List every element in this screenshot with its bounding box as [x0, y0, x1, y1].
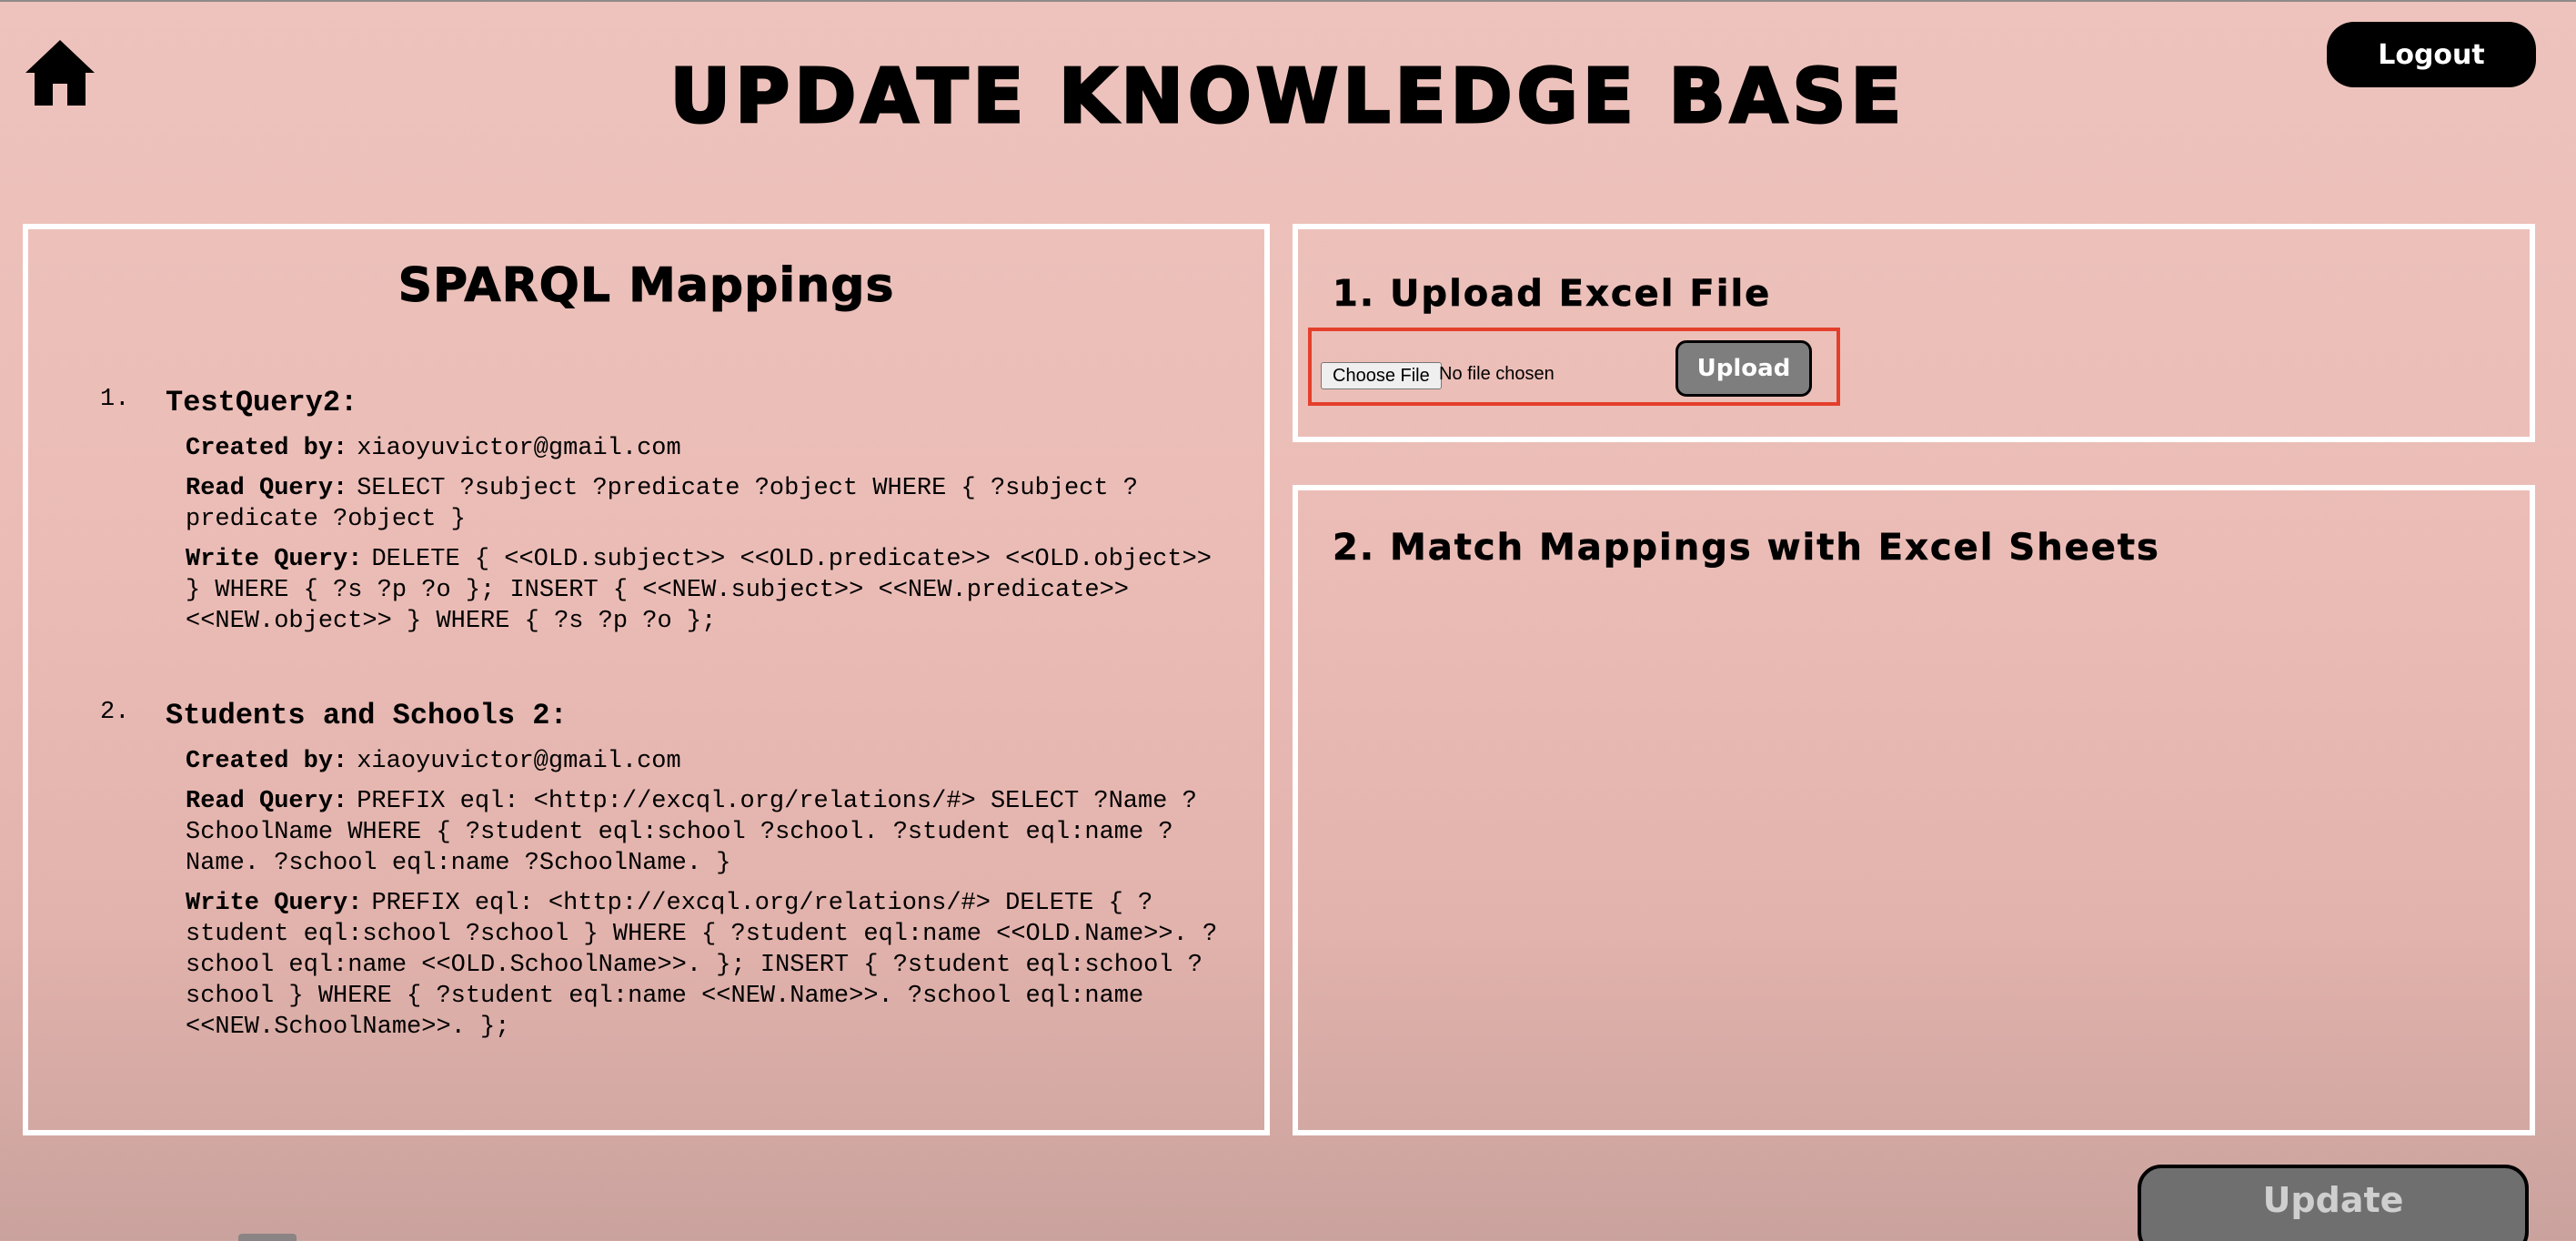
- read-query-field: Read Query: PREFIX eql: <http://excql.org…: [186, 786, 1241, 879]
- write-query-label: Write Query:: [186, 890, 363, 917]
- created-by-field: Created by: xiaoyuvictor@gmail.com: [186, 746, 1241, 777]
- match-panel: 2. Match Mappings with Excel Sheets: [1293, 485, 2535, 1135]
- upload-panel: 1. Upload Excel File Choose File No file…: [1293, 224, 2535, 442]
- bottom-tab-handle: [238, 1234, 297, 1241]
- mapping-number: 2.: [100, 699, 130, 726]
- write-query-field: Write Query: DELETE { <<OLD.subject>> <<O…: [186, 544, 1241, 637]
- mapping-item: 1. TestQuery2: Created by: xiaoyuvictor@g…: [78, 382, 1243, 637]
- mapping-name: Students and Schools 2:: [166, 699, 568, 732]
- mappings-title: SPARQL Mappings: [397, 258, 895, 314]
- choose-file-button[interactable]: Choose File: [1321, 362, 1442, 389]
- read-query-label: Read Query:: [186, 788, 348, 815]
- created-by-label: Created by:: [186, 435, 348, 462]
- created-by-label: Created by:: [186, 748, 348, 775]
- sparql-mappings-panel: SPARQL Mappings 1. TestQuery2: Created b…: [23, 224, 1270, 1135]
- created-by-value: xiaoyuvictor@gmail.com: [357, 435, 681, 462]
- upload-form: Choose File No file chosen Upload: [1308, 328, 1840, 406]
- match-title: 2. Match Mappings with Excel Sheets: [1333, 527, 2160, 570]
- mapping-number: 1.: [100, 386, 130, 413]
- top-divider: [0, 0, 2576, 2]
- write-query-field: Write Query: PREFIX eql: <http://excql.or…: [186, 888, 1241, 1043]
- upload-button[interactable]: Upload: [1675, 340, 1812, 397]
- mappings-list: 1. TestQuery2: Created by: xiaoyuvictor@g…: [78, 382, 1243, 1101]
- write-query-label: Write Query:: [186, 546, 363, 573]
- file-status: No file chosen: [1439, 364, 1555, 384]
- mapping-name: TestQuery2:: [166, 386, 358, 419]
- read-query-field: Read Query: SELECT ?subject ?predicate ?o…: [186, 473, 1241, 535]
- created-by-value: xiaoyuvictor@gmail.com: [357, 748, 681, 775]
- logout-button[interactable]: Logout: [2327, 22, 2536, 87]
- mapping-item: 2. Students and Schools 2: Created by: xi…: [78, 695, 1243, 1043]
- read-query-label: Read Query:: [186, 475, 348, 502]
- page-title: UPDATE KNOWLEDGE BASE: [669, 53, 1907, 142]
- update-button[interactable]: Update: [2138, 1165, 2529, 1241]
- created-by-field: Created by: xiaoyuvictor@gmail.com: [186, 433, 1241, 464]
- upload-title: 1. Upload Excel File: [1333, 273, 1772, 316]
